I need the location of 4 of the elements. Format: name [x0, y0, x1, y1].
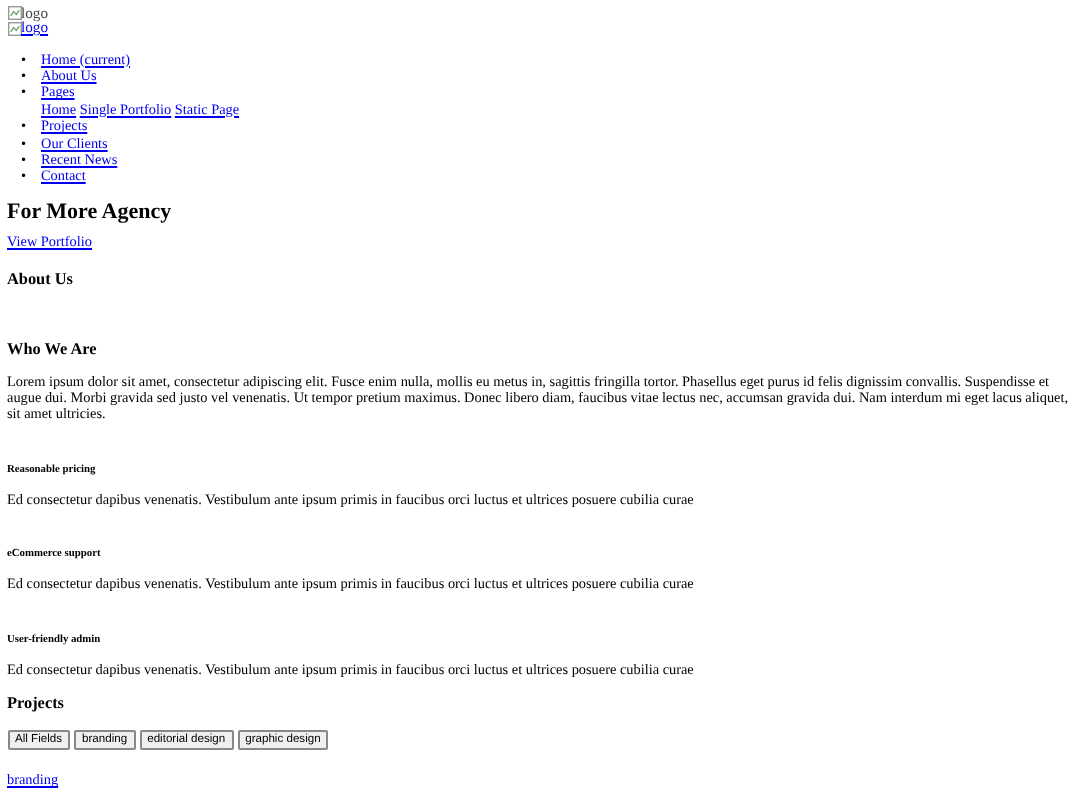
subheading: Who We Are: [7, 339, 99, 358]
section-heading: About Us: [7, 269, 75, 288]
hero-title: For More Agency: [7, 199, 174, 224]
section-heading: Projects: [7, 694, 66, 713]
